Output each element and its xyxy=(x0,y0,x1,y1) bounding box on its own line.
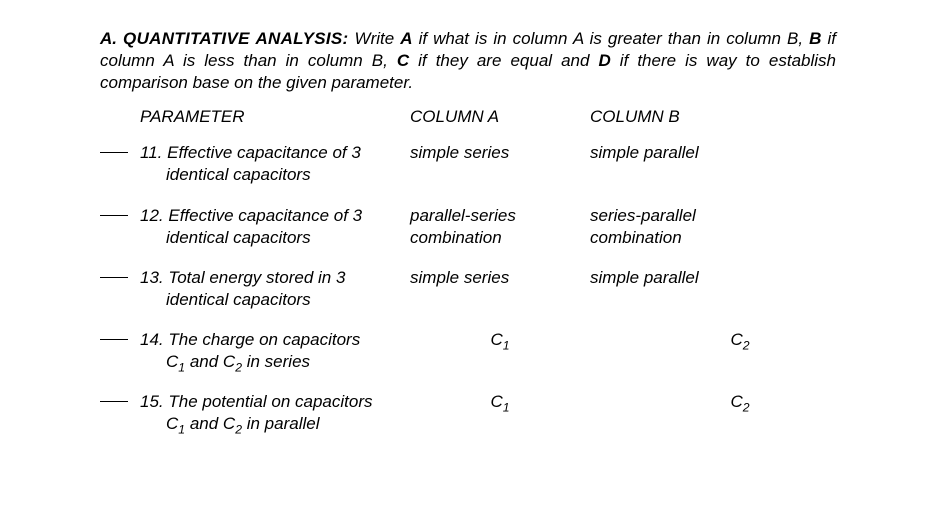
table-row: 12. Effective capacitance of 3 identical… xyxy=(100,205,836,249)
table-row: 14. The charge on capacitors C1 and C2 i… xyxy=(100,329,836,373)
section-title: QUANTITATIVE ANALYSIS: xyxy=(123,29,348,48)
answer-key-b: B xyxy=(809,29,821,48)
comparison-table: PARAMETER COLUMN A COLUMN B 11. Effectiv… xyxy=(100,106,836,435)
table-header-row: PARAMETER COLUMN A COLUMN B xyxy=(100,106,836,128)
answer-blank[interactable] xyxy=(100,391,140,413)
column-a-cell: C1 xyxy=(410,329,650,351)
section-letter: A. xyxy=(100,29,117,48)
question-number: 13. xyxy=(140,268,164,287)
header-parameter: PARAMETER xyxy=(140,106,410,128)
parameter-text-line1: The charge on capacitors xyxy=(168,330,360,349)
underline-icon xyxy=(100,401,128,402)
instructions-text: if they are equal and xyxy=(409,51,598,70)
answer-blank[interactable] xyxy=(100,267,140,289)
column-b-cell: simple parallel xyxy=(590,142,770,164)
answer-blank[interactable] xyxy=(100,142,140,164)
header-column-b: COLUMN B xyxy=(590,106,770,128)
underline-icon xyxy=(100,215,128,216)
parameter-cell: 13. Total energy stored in 3 identical c… xyxy=(140,267,410,311)
underline-icon xyxy=(100,152,128,153)
parameter-text-line1: Effective capacitance of 3 xyxy=(168,206,362,225)
table-row: 11. Effective capacitance of 3 identical… xyxy=(100,142,836,186)
parameter-text-line2: identical capacitors xyxy=(140,228,311,247)
underline-icon xyxy=(100,277,128,278)
parameter-cell: 14. The charge on capacitors C1 and C2 i… xyxy=(140,329,410,373)
parameter-cell: 11. Effective capacitance of 3 identical… xyxy=(140,142,410,186)
instructions-text: Write xyxy=(355,29,401,48)
answer-blank[interactable] xyxy=(100,329,140,351)
column-a-cell: simple series xyxy=(410,142,590,164)
parameter-text-line2: identical capacitors xyxy=(140,165,311,184)
question-number: 14. xyxy=(140,330,164,349)
parameter-text-line2: C1 and C2 in series xyxy=(140,352,310,371)
column-a-cell: C1 xyxy=(410,391,650,413)
question-number: 11. xyxy=(140,143,162,162)
parameter-text-line2: identical capacitors xyxy=(140,290,311,309)
table-row: 13. Total energy stored in 3 identical c… xyxy=(100,267,836,311)
parameter-text-line2: C1 and C2 in parallel xyxy=(140,414,320,433)
parameter-text-line1: Effective capacitance of 3 xyxy=(167,143,361,162)
table-row: 15. The potential on capacitors C1 and C… xyxy=(100,391,836,435)
column-b-cell: simple parallel xyxy=(590,267,770,289)
answer-key-d: D xyxy=(598,51,610,70)
answer-key-c: C xyxy=(397,51,409,70)
section-heading: A. QUANTITATIVE ANALYSIS: Write A if wha… xyxy=(100,28,836,94)
parameter-text-line1: Total energy stored in 3 xyxy=(168,268,345,287)
header-column-a: COLUMN A xyxy=(410,106,590,128)
parameter-cell: 12. Effective capacitance of 3 identical… xyxy=(140,205,410,249)
column-b-cell: C2 xyxy=(650,329,890,351)
underline-icon xyxy=(100,339,128,340)
column-b-cell: series-parallel combination xyxy=(590,205,770,249)
parameter-text-line1: The potential on capacitors xyxy=(168,392,372,411)
question-number: 12. xyxy=(140,206,164,225)
column-a-cell: simple series xyxy=(410,267,590,289)
question-number: 15. xyxy=(140,392,164,411)
column-b-cell: C2 xyxy=(650,391,890,413)
answer-blank[interactable] xyxy=(100,205,140,227)
parameter-cell: 15. The potential on capacitors C1 and C… xyxy=(140,391,410,435)
column-a-cell: parallel-series combination xyxy=(410,205,590,249)
page-content: A. QUANTITATIVE ANALYSIS: Write A if wha… xyxy=(0,0,936,435)
instructions-text: if what is in column A is greater than i… xyxy=(413,29,810,48)
answer-key-a: A xyxy=(400,29,412,48)
